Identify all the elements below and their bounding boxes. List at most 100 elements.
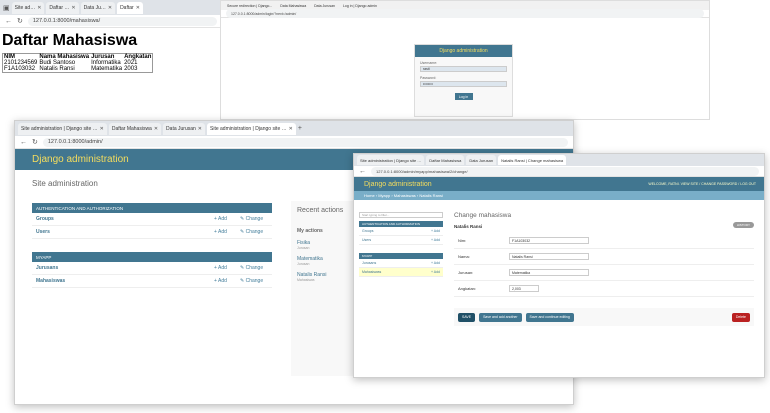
student-table: NIM Nama Mahasiswa Jurusan Angkatan 2101… [2,53,154,73]
reload-icon[interactable]: ↻ [32,138,38,146]
tab-bar: ▣ Site ad… ✕ Daftar … ✕ Data Ju… ✕ Daftar ✕ [0,0,222,15]
item-type: Jurusan [297,246,310,250]
close-icon[interactable]: ✕ [136,5,140,11]
save-button[interactable]: SAVE [458,312,476,322]
save-continue-button[interactable]: Save and continue editing [525,312,574,322]
username-input[interactable]: rasti [420,66,507,72]
add-link[interactable]: + Add [214,216,240,222]
student-list-window: ▣ Site ad… ✕ Daftar … ✕ Data Ju… ✕ Daftar ✕ … [0,0,222,90]
angkatan-input[interactable]: 2,003 [509,285,539,292]
model-link[interactable]: Users [36,229,214,235]
login-form: Django administration Username: rasti Pa… [414,44,513,117]
filter-input[interactable]: Start typing to filter... [359,212,443,218]
add-link[interactable]: + Add [214,265,240,271]
tab-label: Daftar [120,4,134,11]
close-icon[interactable]: ✕ [108,5,112,11]
module-caption[interactable]: AUTHENTICATION AND AUTHORIZATION [32,203,272,213]
admin-title[interactable]: Django administration [364,181,432,188]
address-bar: ← ↻ 127.0.0.1:8000/mahasiswa/ [0,15,222,28]
model-link[interactable]: Mahasiswas [362,270,431,274]
close-icon[interactable]: ✕ [154,126,158,132]
close-icon[interactable]: ✕ [71,5,75,11]
tab-2[interactable]: Daftar … ✕ [46,1,79,14]
model-link[interactable]: Mahasiswas [36,278,214,284]
cell: Matematika [91,66,123,72]
add-link[interactable]: + Add [214,278,240,284]
tab-3[interactable]: Data Jurusan [466,155,497,165]
password-input[interactable]: •••••••• [420,81,507,87]
add-link[interactable]: + Add [431,229,440,233]
jurusan-select[interactable]: Matematika [509,269,589,276]
back-icon[interactable]: ← [20,139,27,146]
nama-input[interactable]: Natalis Ransi [509,253,589,260]
model-link[interactable]: Jurusans [362,261,431,265]
username-label: Username: [420,61,438,65]
admin-header: Django administration WELCOME, RATNI. VI… [354,177,764,191]
close-icon[interactable]: ✕ [289,126,293,132]
tab-label: Site ad… [14,4,36,11]
url-field[interactable]: 127.0.0.1:8000/admin/ [42,137,568,147]
tab-2[interactable]: Daftar Mahasiswa ✕ [108,122,162,135]
field-row-nim: Nim: F1A103032 [454,233,754,249]
page-title: Change mahasiswa [454,212,512,219]
app-icon: ▣ [3,4,10,12]
tab-4[interactable]: Site administration | Django site … ✕ [207,122,296,135]
model-link[interactable]: Groups [36,216,214,222]
field-row-jurusan: Jurusan: Matematika [454,265,754,281]
add-link[interactable]: + Add [431,270,440,274]
back-icon[interactable]: ← [5,18,12,25]
module-caption[interactable]: MYAPP [32,252,272,262]
close-icon[interactable]: ✕ [37,5,41,11]
page-title: Daftar Mahasiswa [2,32,138,49]
user-tools[interactable]: WELCOME, RATNI. VIEW SITE / CHANGE PASSW… [648,182,756,186]
tab-label: Daftar … [49,4,70,11]
close-icon[interactable]: ✕ [100,126,104,132]
sidebar-item-mahasiswas[interactable]: Mahasiswas + Add [359,268,443,277]
cell: 2003 [124,66,138,72]
change-form-window: Site administration | Django site … Daft… [353,153,765,378]
back-icon[interactable]: ← [359,168,366,175]
tab-1[interactable]: Site administration | Django site … ✕ [18,122,107,135]
recent-title: Recent actions [297,207,344,214]
module-row-mahasiswas: Mahasiswas + Add ✎ Change [32,275,272,288]
change-link[interactable]: ✎ Change [240,265,268,271]
recent-item[interactable]: Fisika Jurusan [297,240,355,250]
delete-button[interactable]: Delete [731,312,750,322]
url-field[interactable]: 127.0.0.1:8000/admin/myapp/mahasiswa/2/c… [371,166,759,176]
change-link[interactable]: ✎ Change [240,229,268,235]
nim-input[interactable]: F1A103032 [509,237,589,244]
change-link[interactable]: ✎ Change [240,278,268,284]
login-button[interactable]: Log in [454,93,473,100]
tab-3[interactable]: Data Ju… ✕ [80,1,116,14]
breadcrumb[interactable]: Home › Myapp › Mahasiswas › Natalis Rans… [354,191,764,200]
change-link[interactable]: ✎ Change [240,216,268,222]
model-link[interactable]: Groups [362,229,431,233]
history-button[interactable]: HISTORY [732,222,754,228]
sidebar-item-groups[interactable]: Groups + Add [359,227,443,236]
url-field[interactable]: 127.0.0.1:8000/admin/login/?next=/admin/ [226,9,704,18]
add-link[interactable]: + Add [214,229,240,235]
auth-module: AUTHENTICATION AND AUTHORIZATION Groups … [32,203,272,239]
add-link[interactable]: + Add [431,261,440,265]
save-add-another-button[interactable]: Save and add another [479,312,522,322]
tab-4[interactable]: Daftar ✕ [117,1,143,14]
sidebar-item-users[interactable]: Users + Add [359,236,443,245]
submit-row: SAVE Save and add another Save and conti… [454,308,754,326]
tab-label: Data Jurusan [166,125,196,132]
tab-1[interactable]: Site ad… ✕ [11,1,45,14]
sidebar-item-jurusans[interactable]: Jurusans + Add [359,259,443,268]
field-label: Nim: [458,238,467,243]
recent-item[interactable]: Natalis Ransi Mahasiswa [297,272,355,282]
tab-1[interactable]: Site administration | Django site … [357,155,425,165]
new-tab-icon[interactable]: + [298,125,302,132]
model-link[interactable]: Jurusans [36,265,214,271]
recent-item[interactable]: Matematika Jurusan [297,256,355,266]
tab-4[interactable]: Natalis Ransi | Change mahasiswa [498,155,567,165]
reload-icon[interactable]: ↻ [17,17,23,25]
add-link[interactable]: + Add [431,238,440,242]
tab-3[interactable]: Data Jurusan ✕ [163,122,205,135]
close-icon[interactable]: ✕ [198,126,202,132]
model-link[interactable]: Users [362,238,431,242]
tab-2[interactable]: Daftar Mahasiswa [426,155,465,165]
url-field[interactable]: 127.0.0.1:8000/mahasiswa/ [27,16,217,26]
